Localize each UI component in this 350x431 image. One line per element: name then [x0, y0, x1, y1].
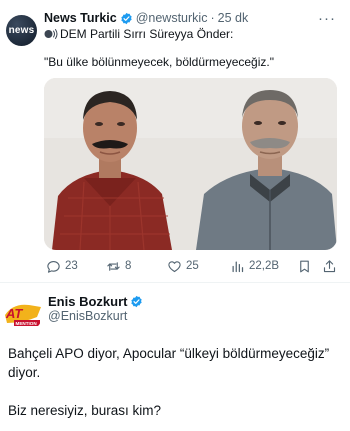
handle[interactable]: @EnisBozkurt — [48, 309, 127, 323]
reply-count: 23 — [65, 260, 78, 272]
tweet-paragraph: Biz neresiyiz, burası kim? — [8, 403, 162, 418]
like-button[interactable]: 25 — [167, 259, 199, 274]
tweet-text-line1: DEM Partili Sırrı Süreyya Önder: — [44, 27, 233, 41]
tweet-paragraph: Bahçeli APO diyor, Apocular “ülkeyi böld… — [8, 346, 330, 380]
tweet-text: DEM Partili Sırrı Süreyya Önder: — [60, 27, 234, 41]
tweet-body: Bahçeli APO diyor, Apocular “ülkeyi böld… — [8, 344, 342, 431]
retweet-count: 8 — [125, 260, 132, 272]
author-name-row: Enis Bozkurt — [48, 294, 146, 309]
view-count: 22,2B — [249, 260, 280, 272]
handle[interactable]: @newsturkic — [136, 11, 208, 25]
separator-dot: · — [210, 11, 215, 25]
tweet-action-bar: 23 8 25 22,2B — [44, 256, 340, 276]
heart-icon — [168, 260, 181, 272]
enis-bozkurt-avatar[interactable]: AT MENTION — [3, 293, 43, 333]
display-name[interactable]: News Turkic — [44, 11, 117, 25]
tweet-header: News Turkic @newsturkic · 25 dk — [44, 11, 248, 25]
verified-badge-icon — [131, 295, 143, 308]
quoted-tweet[interactable]: news News Turkic @newsturkic · 25 dk ···… — [0, 0, 350, 282]
bookmark-icon — [300, 260, 309, 272]
retweet-icon — [107, 261, 120, 271]
at-mention-logo-icon: AT MENTION — [3, 293, 43, 333]
avatar-logo-text: news — [8, 25, 35, 36]
tweet-quote-text: "Bu ülke bölünmeyecek, böldürmeyeceğiz." — [44, 55, 274, 69]
share-button[interactable] — [322, 259, 341, 274]
avatar-logo-subtext: MENTION — [16, 321, 38, 326]
two-men-photo — [44, 78, 337, 250]
reply-button[interactable]: 23 — [46, 259, 78, 274]
timestamp[interactable]: 25 dk — [218, 11, 249, 25]
more-options-icon[interactable]: ··· — [318, 10, 336, 27]
tweet-divider — [0, 282, 350, 283]
main-tweet[interactable]: AT MENTION Enis Bozkurt @EnisBozkurt Bah… — [0, 282, 350, 431]
tweet-photo[interactable] — [44, 78, 337, 250]
speaking-head-icon — [44, 29, 58, 39]
views-chart-icon — [232, 261, 244, 272]
avatar-logo-text: AT — [5, 306, 23, 321]
verified-badge-icon — [121, 12, 132, 24]
retweet-button[interactable]: 8 — [106, 259, 131, 274]
reply-icon — [47, 260, 60, 273]
news-turkic-avatar[interactable]: news — [6, 15, 37, 46]
bookmark-button[interactable] — [297, 259, 316, 274]
share-icon — [323, 259, 336, 272]
views-button[interactable]: 22,2B — [230, 259, 279, 274]
like-count: 25 — [186, 260, 199, 272]
display-name[interactable]: Enis Bozkurt — [48, 294, 127, 309]
